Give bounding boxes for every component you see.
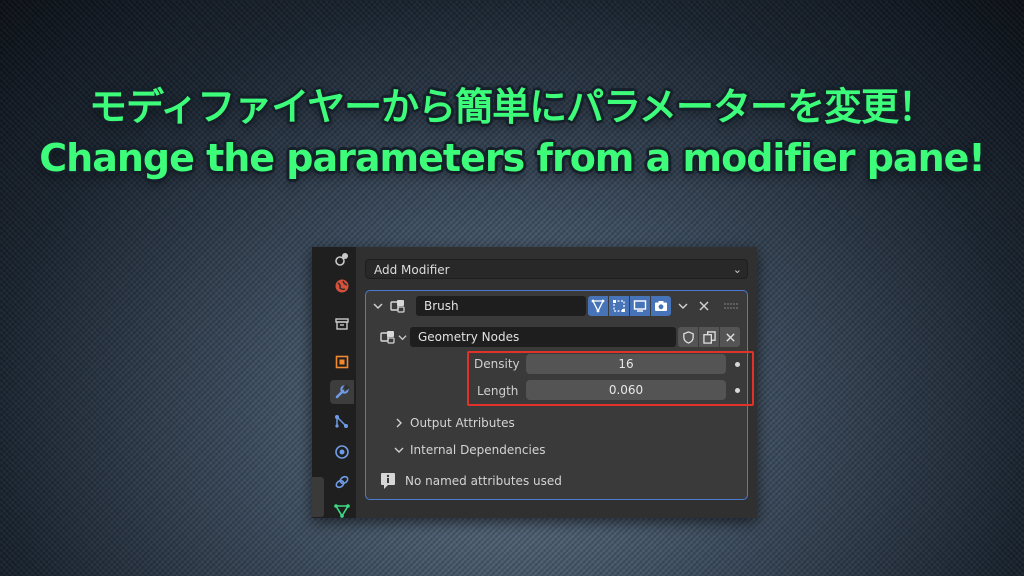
camera-icon: [655, 301, 667, 311]
modifier-panel: Brush Geometry Nodes Density 16 Length 0…: [365, 290, 754, 500]
particles-icon: [335, 415, 348, 428]
toggle-viewport[interactable]: [630, 296, 650, 316]
chevron-down-icon: [394, 447, 404, 453]
info-message: No named attributes used: [380, 472, 562, 490]
tab-particles[interactable]: [330, 410, 354, 434]
modifier-header: Brush: [372, 296, 738, 316]
region-toggle-strip[interactable]: [312, 477, 324, 517]
tab-object-data[interactable]: [330, 499, 354, 518]
fake-user-button[interactable]: [678, 327, 698, 347]
headline-japanese: モディファイヤーから簡単にパラメーターを変更！: [88, 85, 936, 129]
object-data-icon: [334, 504, 350, 518]
node-group-name-field[interactable]: Geometry Nodes: [410, 327, 676, 347]
tab-world[interactable]: [330, 274, 354, 298]
modifier-properties-area: Add Modifier ⌄ Brush Geometry Nodes Dens…: [356, 247, 757, 518]
chevron-down-icon[interactable]: [677, 300, 689, 312]
info-icon: [381, 473, 395, 489]
chevron-down-icon: ⌄: [732, 263, 742, 276]
highlight-box: [467, 351, 754, 406]
tab-collection[interactable]: [330, 312, 354, 336]
world-icon: [335, 279, 349, 293]
collection-icon: [335, 318, 349, 330]
chevron-right-icon: [396, 418, 402, 428]
monitor-icon: [633, 300, 647, 312]
tab-constraints[interactable]: [330, 470, 354, 494]
node-tree-icon: [380, 331, 395, 344]
subpanel-internal-dependencies[interactable]: Internal Dependencies: [394, 443, 545, 457]
internal-dependencies-label: Internal Dependencies: [410, 443, 546, 457]
geometry-nodes-modifier-icon: [390, 300, 405, 313]
headline-english: Change the parameters from a modifier pa…: [39, 136, 985, 180]
tab-modifiers[interactable]: [330, 380, 354, 404]
node-group-row: Geometry Nodes: [380, 327, 740, 347]
duplicate-button[interactable]: [699, 327, 719, 347]
constraints-icon: [335, 475, 349, 489]
output-attributes-label: Output Attributes: [410, 416, 515, 430]
toggle-edit-cage[interactable]: [588, 296, 608, 316]
collapse-chevron-icon[interactable]: [372, 300, 384, 312]
close-icon: [725, 332, 735, 342]
add-modifier-label: Add Modifier: [374, 263, 450, 277]
add-modifier-dropdown[interactable]: Add Modifier ⌄: [365, 259, 748, 279]
physics-icon: [335, 445, 349, 459]
vertex-triangle-icon: [591, 299, 605, 313]
tab-scene-data[interactable]: [330, 247, 354, 271]
modifier-name-field[interactable]: Brush: [416, 296, 586, 316]
info-message-text: No named attributes used: [405, 474, 562, 488]
toggle-edit-mode[interactable]: [609, 296, 629, 316]
tab-physics[interactable]: [330, 440, 354, 464]
edit-mode-icon: [613, 300, 625, 312]
modifier-wrench-icon: [335, 384, 350, 399]
properties-editor: Add Modifier ⌄ Brush Geometry Nodes Dens…: [312, 247, 757, 518]
toggle-render[interactable]: [651, 296, 671, 316]
scene-data-icon: [335, 253, 348, 266]
close-icon[interactable]: [698, 300, 710, 312]
drag-handle-icon[interactable]: [724, 302, 738, 310]
chevron-down-icon: [398, 334, 407, 340]
shield-icon: [682, 330, 694, 344]
properties-tab-bar: [312, 247, 356, 518]
subpanel-output-attributes[interactable]: Output Attributes: [394, 416, 515, 430]
unlink-button[interactable]: [720, 327, 740, 347]
tab-object[interactable]: [330, 350, 354, 374]
node-group-browse[interactable]: [380, 329, 410, 345]
object-icon: [335, 355, 349, 369]
duplicate-icon: [702, 330, 716, 344]
